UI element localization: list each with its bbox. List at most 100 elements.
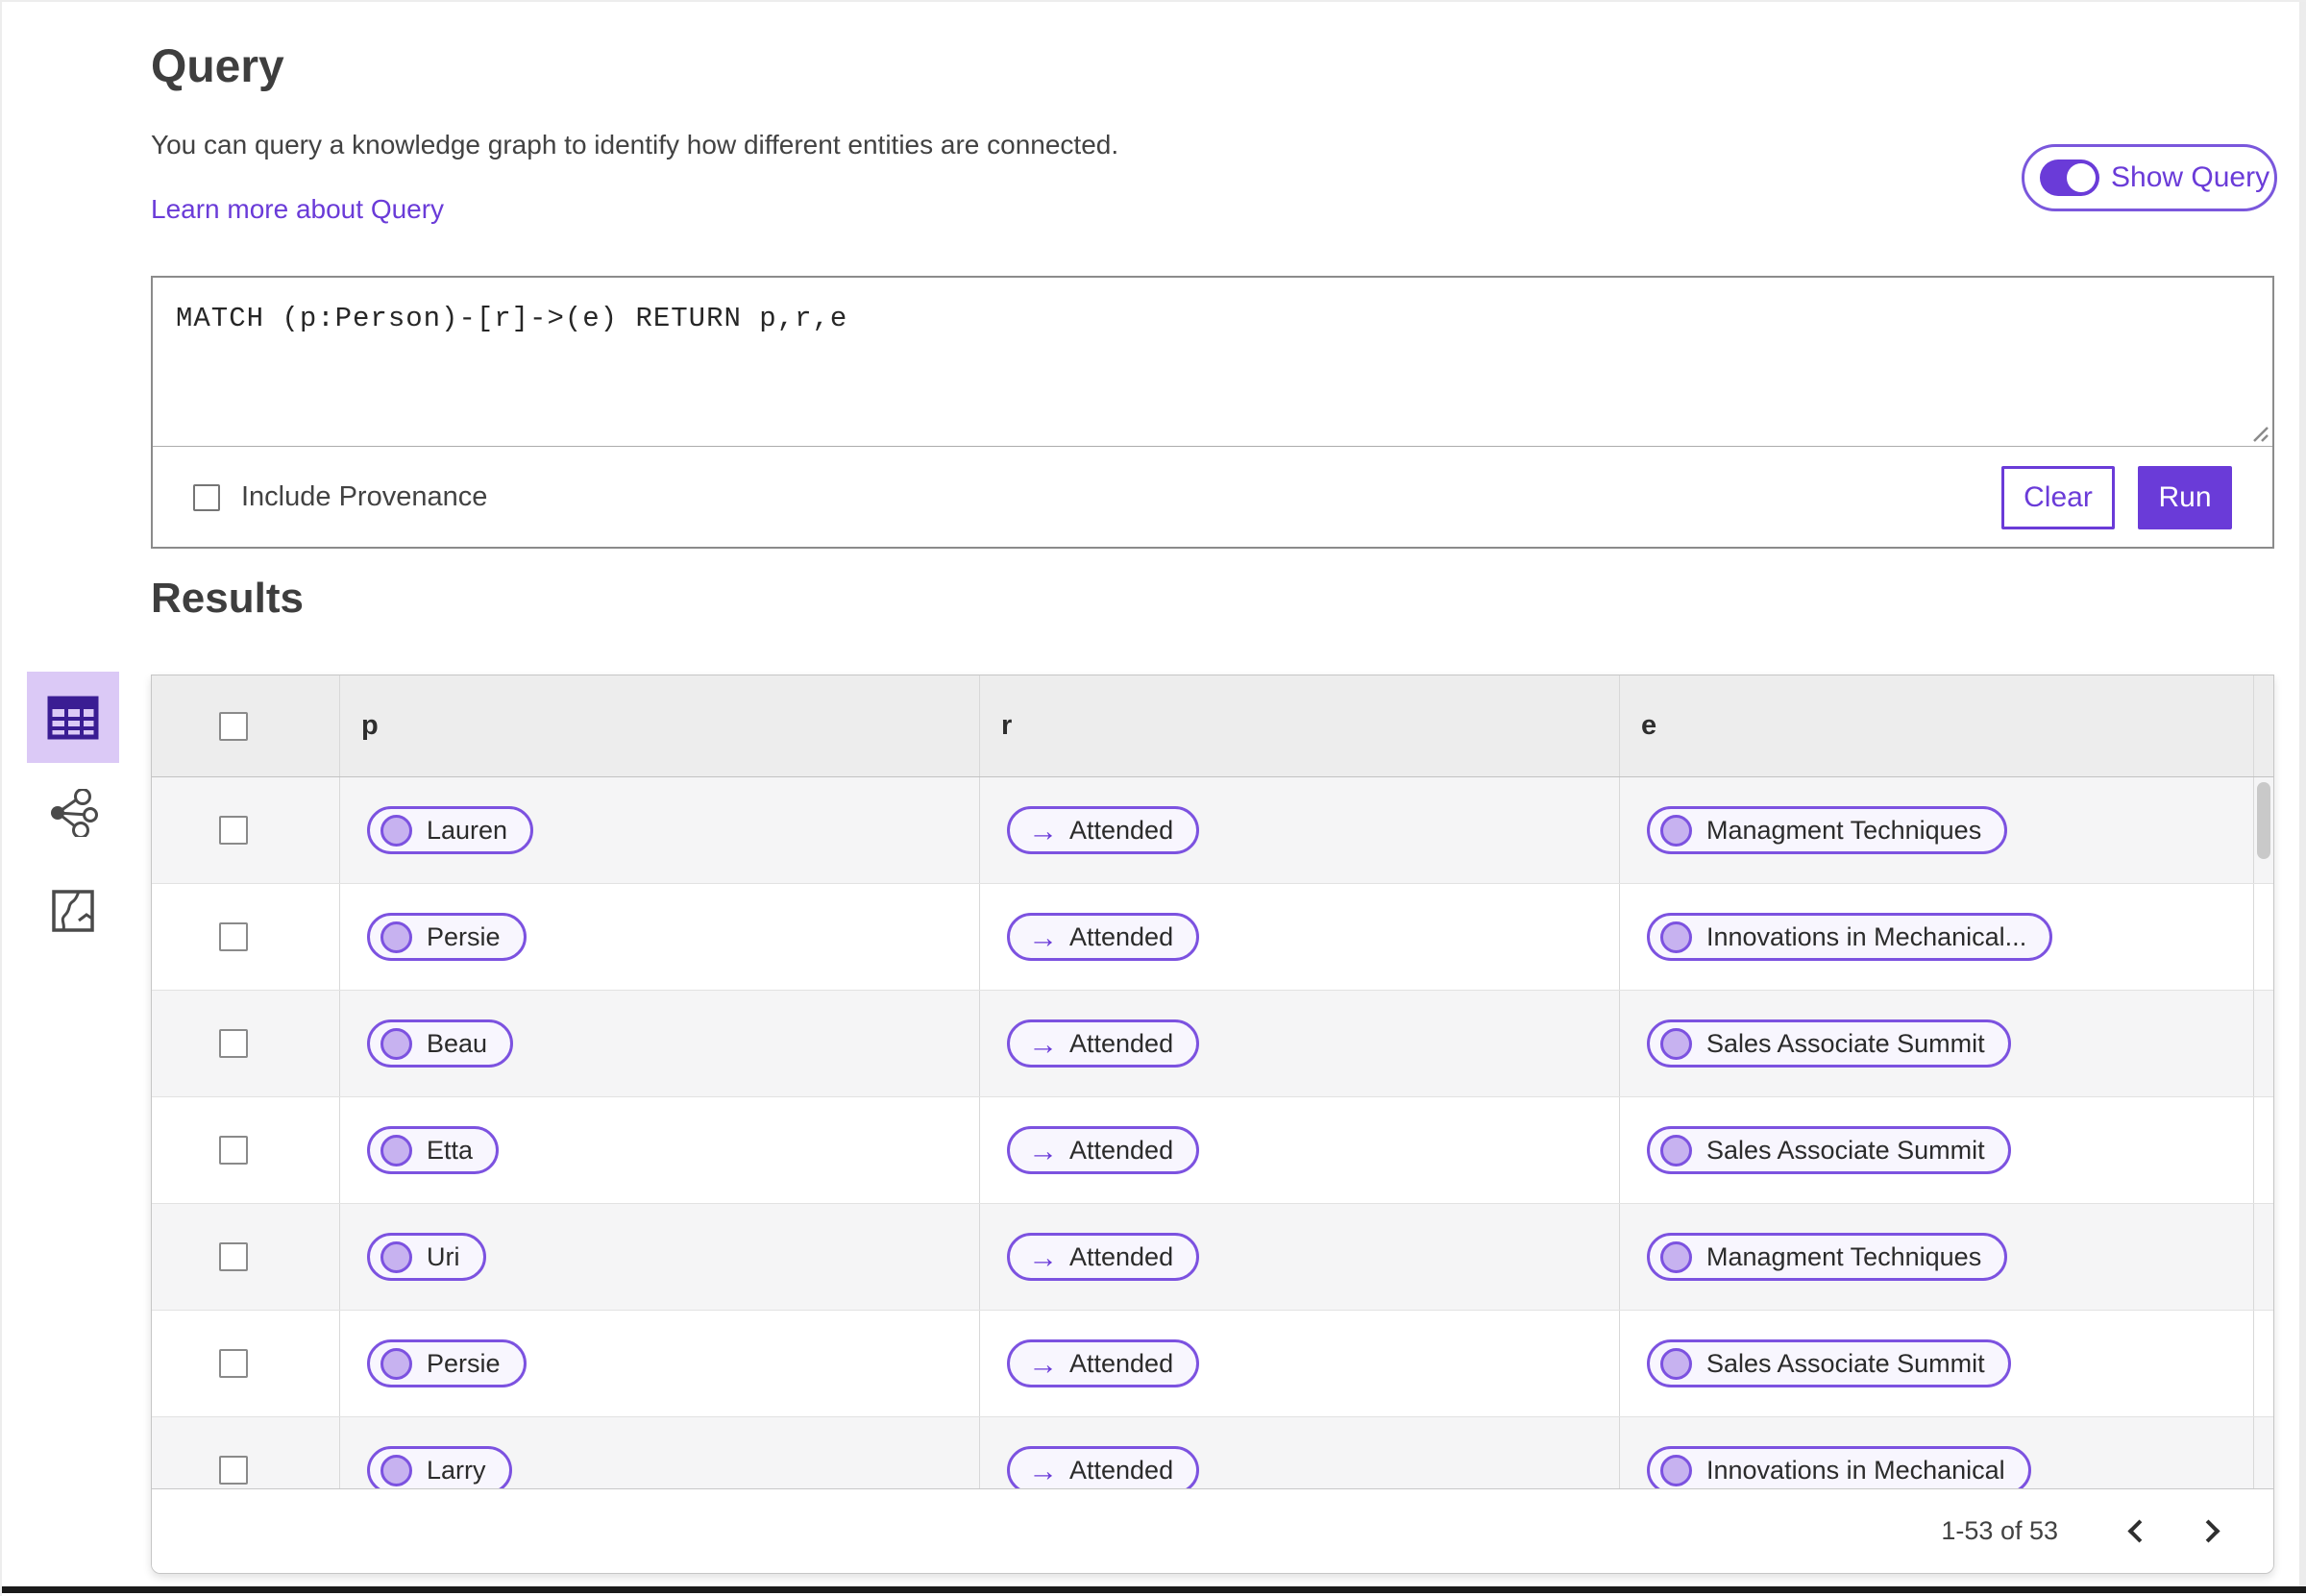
previous-page-button[interactable] [2114, 1510, 2158, 1554]
table-row: Etta → Attended Sales Associate Summit [152, 1097, 2273, 1204]
node-circle-icon [1660, 1240, 1692, 1273]
select-all-checkbox[interactable] [219, 711, 248, 741]
node-circle-icon [380, 921, 412, 953]
target-pill-label: Sales Associate Summit [1706, 1135, 1985, 1165]
entity-pill[interactable]: Lauren [367, 806, 534, 854]
toggle-knob [2067, 163, 2096, 192]
column-header-e: e [1641, 710, 1657, 741]
table-row: Persie → Attended Innovations in Mechani… [152, 884, 2273, 991]
run-button[interactable]: Run [2138, 465, 2232, 529]
query-panel: MATCH (p:Person)-[r]->(e) RETURN p,r,e I… [151, 276, 2274, 549]
learn-more-link[interactable]: Learn more about Query [151, 194, 444, 225]
entity-pill[interactable]: Persie [367, 1339, 527, 1387]
relationship-pill[interactable]: → Attended [1007, 1446, 1200, 1488]
relationship-pill-label: Attended [1069, 1455, 1174, 1485]
relationship-pill-label: Attended [1069, 1348, 1174, 1378]
entity-pill-label: Uri [427, 1241, 460, 1271]
arrow-right-icon: → [1028, 1240, 1058, 1274]
entity-pill[interactable]: Larry [367, 1446, 512, 1488]
relationship-pill[interactable]: → Attended [1007, 1339, 1200, 1387]
arrow-right-icon: → [1028, 1133, 1058, 1167]
table-row: Beau → Attended Sales Associate Summit [152, 991, 2273, 1097]
toggle-on-icon [2040, 160, 2099, 196]
results-table-body: Lauren → Attended Managment Techniques P… [152, 777, 2273, 1488]
target-pill[interactable]: Sales Associate Summit [1647, 1126, 2011, 1174]
target-pill[interactable]: Sales Associate Summit [1647, 1339, 2011, 1387]
row-checkbox[interactable] [219, 922, 248, 951]
entity-pill[interactable]: Persie [367, 913, 527, 961]
row-checkbox[interactable] [219, 1029, 248, 1058]
results-pagination: 1-53 of 53 [152, 1488, 2273, 1573]
relationship-pill-label: Attended [1069, 1135, 1174, 1165]
entity-pill-label: Persie [427, 1348, 501, 1378]
relationship-pill[interactable]: → Attended [1007, 806, 1200, 854]
row-checkbox[interactable] [219, 1349, 248, 1378]
target-pill[interactable]: Innovations in Mechanical... [1647, 913, 2053, 961]
results-section-title: Results [151, 575, 304, 622]
entity-pill-label: Lauren [427, 815, 508, 845]
table-row: Persie → Attended Sales Associate Summit [152, 1311, 2273, 1417]
next-page-button[interactable] [2189, 1510, 2233, 1554]
node-circle-icon [1660, 1134, 1692, 1166]
relationship-pill[interactable]: → Attended [1007, 1019, 1200, 1068]
network-view-button[interactable] [27, 789, 119, 837]
arrow-right-icon: → [1028, 920, 1058, 954]
entity-pill[interactable]: Uri [367, 1233, 486, 1281]
row-checkbox[interactable] [219, 816, 248, 845]
page-bottom-edge [2, 1586, 2306, 1593]
map-view-icon [52, 890, 94, 932]
query-section-title: Query [151, 41, 284, 92]
clear-button[interactable]: Clear [2001, 465, 2115, 529]
query-editor-input[interactable]: MATCH (p:Person)-[r]->(e) RETURN p,r,e [153, 278, 2272, 446]
target-pill[interactable]: Sales Associate Summit [1647, 1019, 2011, 1068]
query-panel-footer: Include Provenance Clear Run [153, 447, 2272, 548]
table-row: Uri → Attended Managment Techniques [152, 1204, 2273, 1311]
node-circle-icon [380, 1134, 412, 1166]
results-table: p r e Lauren → Attended Managment Techni [151, 675, 2274, 1574]
query-editor-wrap: MATCH (p:Person)-[r]->(e) RETURN p,r,e [153, 278, 2272, 447]
show-query-toggle[interactable]: Show Query [2022, 144, 2277, 211]
entity-pill-label: Beau [427, 1028, 488, 1058]
node-circle-icon [1660, 1027, 1692, 1060]
arrow-right-icon: → [1028, 813, 1058, 847]
row-checkbox[interactable] [219, 1456, 248, 1485]
chevron-left-icon [2126, 1519, 2151, 1543]
table-view-button[interactable] [27, 672, 119, 763]
page: Query You can query a knowledge graph to… [0, 0, 2306, 1596]
entity-pill-label: Etta [427, 1135, 474, 1165]
relationship-pill[interactable]: → Attended [1007, 1126, 1200, 1174]
include-provenance-label: Include Provenance [241, 481, 488, 512]
chevron-right-icon [2196, 1519, 2220, 1543]
arrow-right-icon: → [1028, 1453, 1058, 1487]
entity-pill-label: Persie [427, 921, 501, 951]
entity-pill-label: Larry [427, 1455, 486, 1485]
table-view-icon [47, 696, 99, 739]
target-pill[interactable]: Managment Techniques [1647, 1233, 2008, 1281]
table-row: Lauren → Attended Managment Techniques [152, 777, 2273, 884]
entity-pill[interactable]: Etta [367, 1126, 500, 1174]
column-header-r: r [1001, 710, 1013, 741]
relationship-pill[interactable]: → Attended [1007, 1233, 1200, 1281]
node-circle-icon [380, 1027, 412, 1060]
map-view-button[interactable] [27, 887, 119, 935]
resize-handle-icon[interactable] [2246, 420, 2269, 443]
query-description: You can query a knowledge graph to ident… [151, 130, 1119, 160]
row-checkbox[interactable] [219, 1136, 248, 1165]
arrow-right-icon: → [1028, 1346, 1058, 1381]
entity-pill[interactable]: Beau [367, 1019, 514, 1068]
target-pill[interactable]: Managment Techniques [1647, 806, 2008, 854]
table-scrollbar-thumb[interactable] [2257, 782, 2270, 859]
relationship-pill-label: Attended [1069, 1028, 1174, 1058]
node-circle-icon [380, 1240, 412, 1273]
include-provenance-checkbox[interactable] [193, 483, 220, 511]
results-table-header: p r e [152, 675, 2273, 777]
node-circle-icon [1660, 921, 1692, 953]
relationship-pill-label: Attended [1069, 815, 1174, 845]
target-pill-label: Innovations in Mechanical [1706, 1455, 2005, 1485]
node-circle-icon [1660, 1454, 1692, 1486]
target-pill[interactable]: Innovations in Mechanical [1647, 1446, 2031, 1488]
show-query-toggle-label: Show Query [2111, 161, 2270, 193]
target-pill-label: Managment Techniques [1706, 1241, 1982, 1271]
relationship-pill[interactable]: → Attended [1007, 913, 1200, 961]
row-checkbox[interactable] [219, 1242, 248, 1271]
